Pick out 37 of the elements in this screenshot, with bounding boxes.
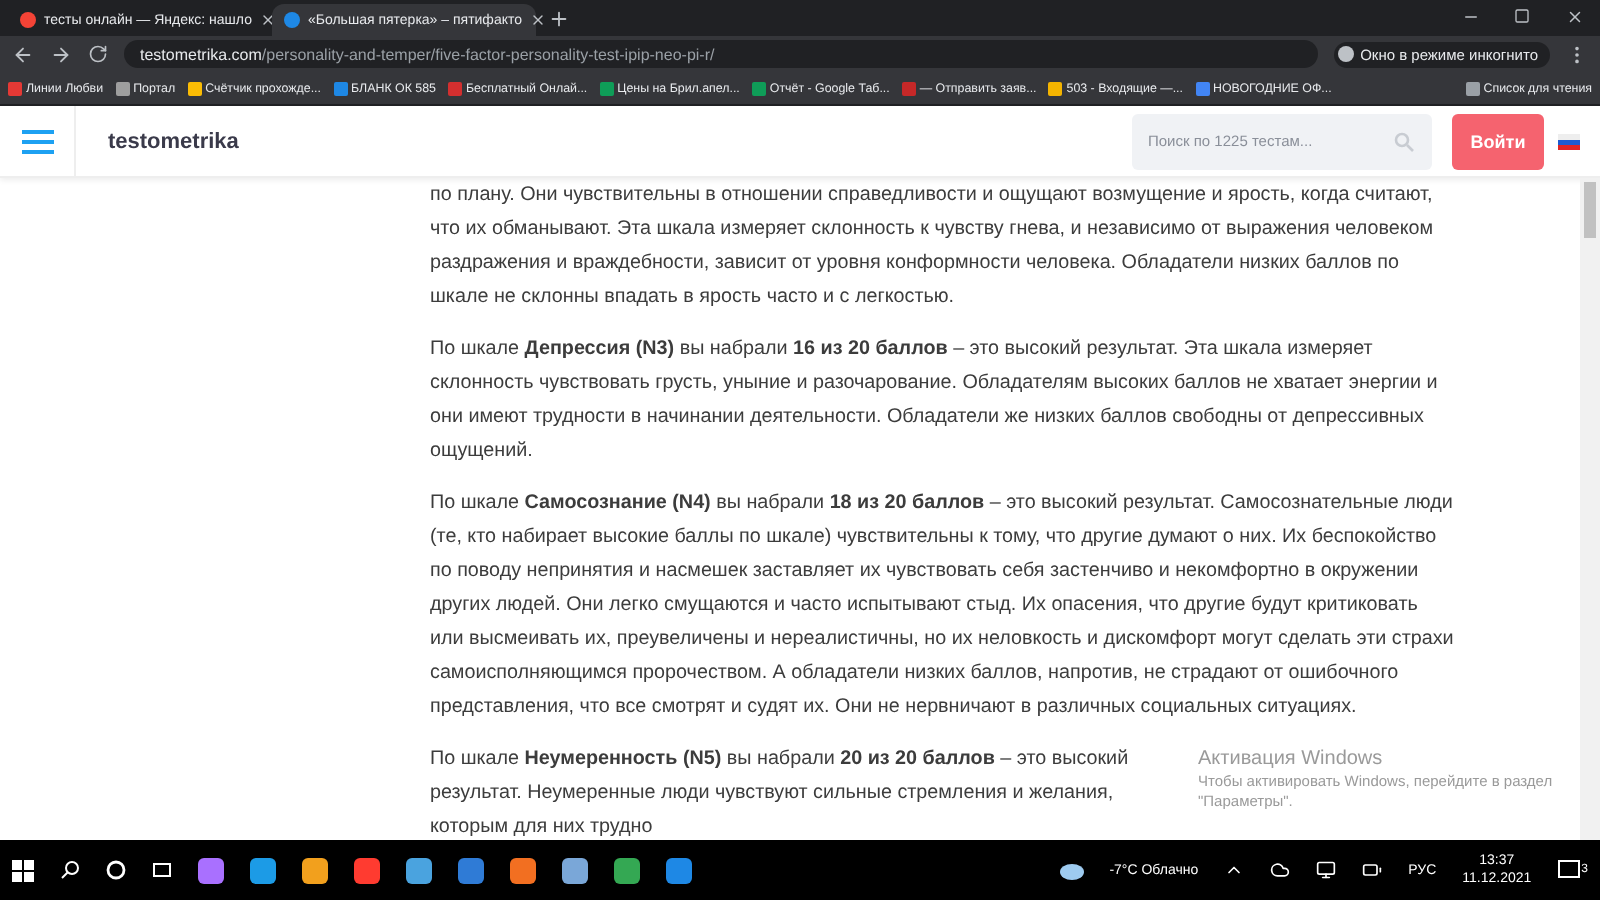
app-icon[interactable] bbox=[354, 857, 380, 883]
app-icon[interactable] bbox=[302, 857, 328, 883]
monitor-icon[interactable] bbox=[1316, 860, 1337, 880]
paragraph: По шкале Неумеренность (N5) вы набрали 20 из 20 баллов – это высокий результат. Неумеренные люди чувствуют сильные стремления и желания, которым для них трудно bbox=[430, 746, 1131, 840]
address-bar[interactable]: testometrika.com/personality-and-temper/five-factor-personality-test-ipip-neo-pi-r/ bbox=[124, 40, 1319, 68]
paragraph: По шкале Самосознание (N4) вы набрали 18 из 20 баллов – это высокий результат. Самосознательные люди (те, кто набирает высокие баллы по шкале) чувствительны к тому, что другие думают о них. Их беспокойство по поводу непринятия и насмешек заставляет их чувствовать себя застенчиво и некомфортно в окружении других людей. Они легко смущаются и часто испытывают стыд. Их опасения, что другие будут критиковать или высмеивать их, преувеличены и нереалистичны, но их неловкость и дискомфорт могут сделать эти страхи самоисполняющимся пророчеством. А обладатели низких баллов, напротив, не страдают от ошибочного представления, что все смотрят и судят их. Они не нервничают в различных социальных ситуациях. bbox=[430, 490, 1454, 722]
task-view-icon[interactable] bbox=[152, 860, 172, 880]
back-icon[interactable] bbox=[12, 43, 34, 65]
paragraph: По шкале Депрессия (N3) вы набрали 16 из 20 баллов – это высокий результат. Эта шкала измеряет склонность чувствовать грусть, уныние и разочарование. Обладателям высоких баллов не хватает энергии и они имеют трудности в начинании деятельности. Обладатели же низких баллов свободны от депрессивных ощущений. bbox=[430, 336, 1440, 466]
new-tab-icon[interactable] bbox=[548, 7, 570, 29]
search-icon bbox=[1394, 131, 1414, 151]
app-icon[interactable] bbox=[250, 857, 276, 883]
app-icon[interactable] bbox=[458, 857, 484, 883]
close-icon[interactable] bbox=[530, 12, 546, 28]
battery-icon[interactable] bbox=[1362, 860, 1383, 880]
activation-title: Активация Windows bbox=[1198, 746, 1385, 772]
app-icon[interactable] bbox=[666, 857, 692, 883]
forward-icon[interactable] bbox=[50, 43, 72, 65]
app-icon[interactable] bbox=[406, 857, 432, 883]
app-icon[interactable] bbox=[198, 857, 224, 883]
app-icon[interactable] bbox=[562, 857, 588, 883]
menu-icon bbox=[21, 129, 53, 153]
favicon-icon bbox=[20, 12, 36, 28]
menu-button[interactable] bbox=[0, 106, 76, 176]
app-icon[interactable] bbox=[510, 857, 536, 883]
flag-icon[interactable] bbox=[1558, 133, 1580, 149]
reload-icon[interactable] bbox=[88, 44, 108, 64]
scrollbar[interactable] bbox=[1580, 178, 1600, 840]
site-logo[interactable]: testometrika bbox=[108, 129, 239, 153]
close-icon[interactable] bbox=[1565, 7, 1583, 25]
app-icon[interactable] bbox=[614, 857, 640, 883]
maximize-icon[interactable] bbox=[1514, 8, 1530, 24]
favicon-icon bbox=[284, 12, 300, 28]
paragraph: по плану. Они чувствительны в отношении справедливости и ощущают возмущение и ярость, когда считают, что их обманывают. Эта шкала измеряет склонность к чувству гнева, и независимо от выражения человеком раздражения и враждебности, зависит от уровня конформности человека. Обладатели низких баллов по шкале не склонны впадать в ярость часто и с легкостью. bbox=[430, 182, 1436, 312]
windows-icon[interactable] bbox=[12, 859, 34, 881]
circle-icon[interactable] bbox=[106, 860, 126, 880]
search-icon[interactable] bbox=[60, 860, 80, 880]
